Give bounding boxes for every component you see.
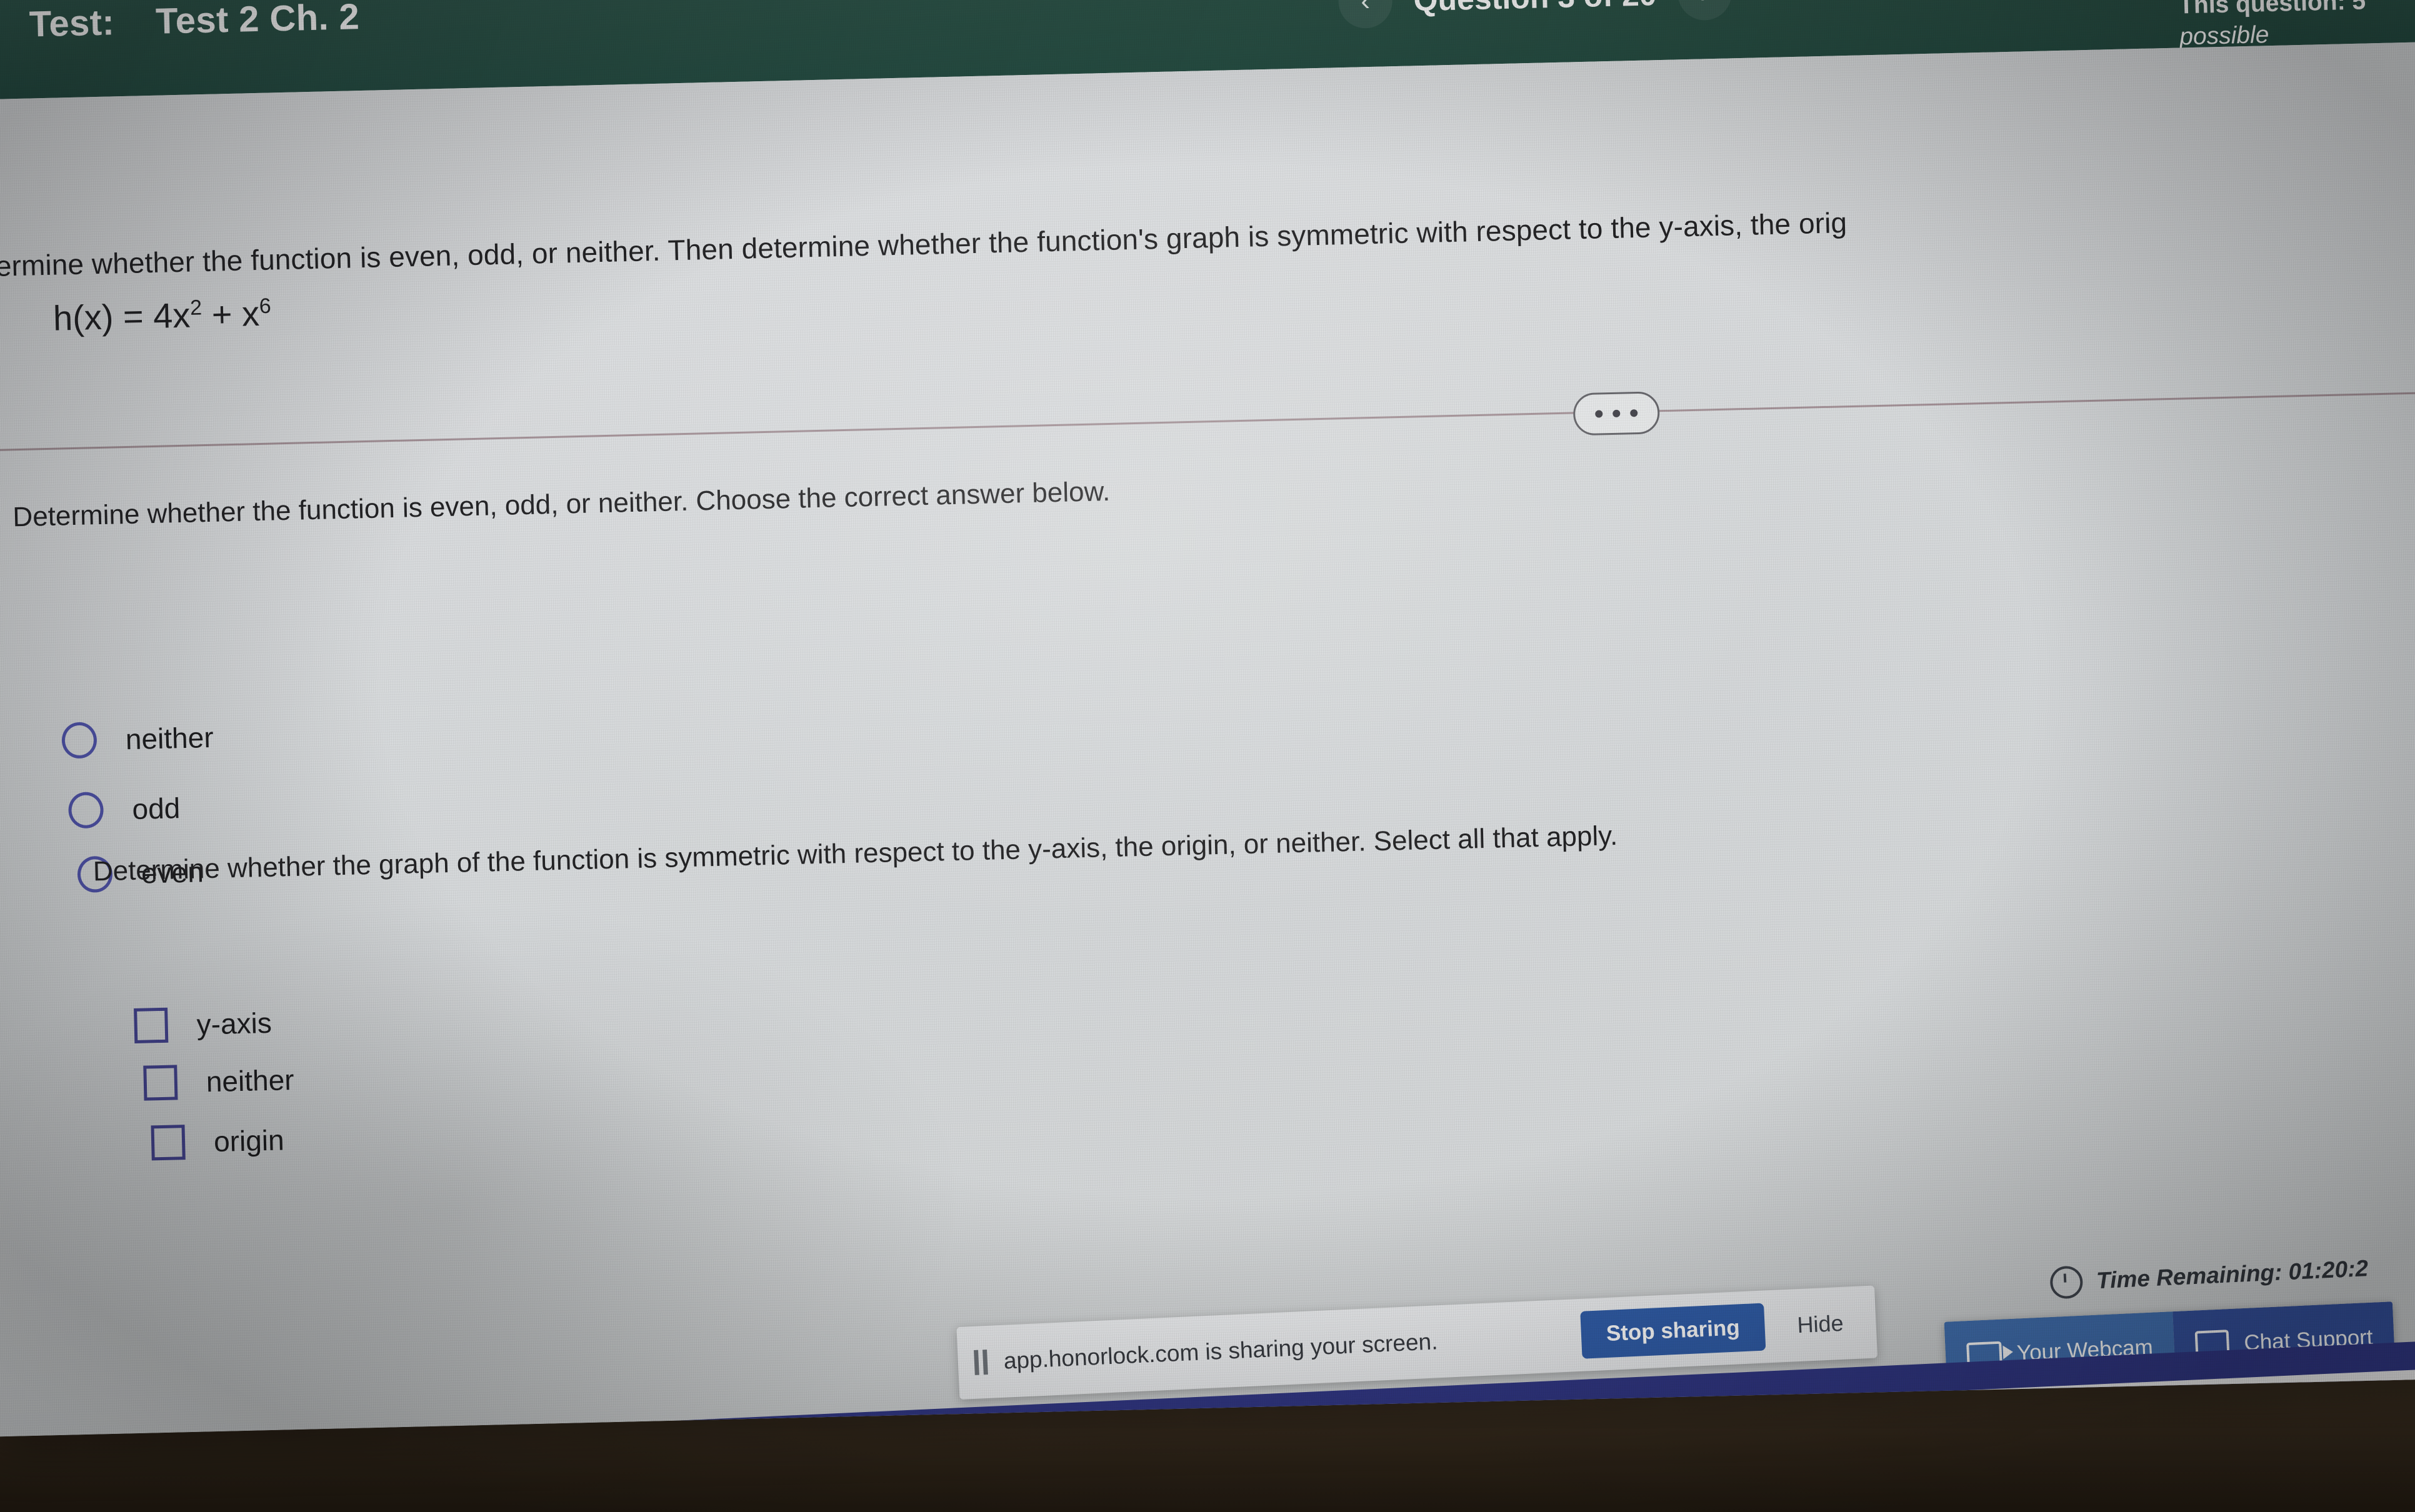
pause-icon[interactable] xyxy=(974,1350,988,1375)
checkbox-option-y-axis[interactable]: y-axis xyxy=(134,1005,272,1043)
question-prompt: Determine whether the function is even, … xyxy=(0,190,2415,284)
part2-instruction: Determine whether the graph of the funct… xyxy=(92,820,1618,887)
radio-icon[interactable] xyxy=(61,722,98,759)
formula-operator: + x xyxy=(201,293,260,335)
checkbox-option-label: origin xyxy=(213,1123,285,1158)
question-counter: Question 3 of 20 xyxy=(1413,0,1657,18)
checkbox-icon[interactable] xyxy=(143,1065,178,1101)
section-divider xyxy=(0,389,2415,452)
checkbox-option-neither[interactable]: neither xyxy=(143,1062,294,1101)
test-name: Test 2 Ch. 2 xyxy=(155,0,360,42)
stop-sharing-button[interactable]: Stop sharing xyxy=(1580,1303,1766,1359)
question-points-label: This question: 5 xyxy=(2178,0,2366,19)
part1-instruction: Determine whether the function is even, … xyxy=(12,475,1111,533)
question-prompt-text: Determine whether the function is even, … xyxy=(0,206,1848,284)
monitor-photo: Test: Test 2 Ch. 2 ‹ Question 3 of 20 › … xyxy=(0,0,2415,1512)
hide-button[interactable]: Hide xyxy=(1781,1310,1861,1340)
checkbox-option-label: y-axis xyxy=(196,1006,272,1041)
radio-option-odd[interactable]: odd xyxy=(68,790,181,829)
formula-base: h(x) = 4x xyxy=(52,295,191,338)
chevron-left-icon[interactable]: ‹ xyxy=(1338,0,1393,29)
radio-icon[interactable] xyxy=(68,792,104,829)
checkbox-icon[interactable] xyxy=(134,1007,169,1043)
question-body: Determine whether the function is even, … xyxy=(0,41,2415,1437)
question-navigation: ‹ Question 3 of 20 › xyxy=(1338,0,1732,29)
function-formula: h(x) = 4x2 + x6 xyxy=(52,293,272,339)
radio-option-neither[interactable]: neither xyxy=(61,719,214,759)
chevron-right-icon[interactable]: › xyxy=(1677,0,1732,21)
ellipsis-icon[interactable] xyxy=(1572,391,1661,436)
clock-icon xyxy=(2049,1265,2084,1300)
time-remaining: Time Remaining: 01:20:2 xyxy=(2049,1252,2369,1300)
formula-exponent-2: 6 xyxy=(259,294,272,319)
formula-exponent-1: 2 xyxy=(189,296,202,320)
time-remaining-text: Time Remaining: 01:20:2 xyxy=(2096,1255,2369,1294)
checkbox-icon[interactable] xyxy=(151,1125,186,1161)
monitor-screen: Test: Test 2 Ch. 2 ‹ Question 3 of 20 › … xyxy=(0,0,2415,1437)
page-title: Test: Test 2 Ch. 2 xyxy=(29,0,360,45)
screen-share-message: app.honorlock.com is sharing your screen… xyxy=(1002,1328,1439,1374)
checkbox-option-label: neither xyxy=(206,1063,295,1098)
radio-option-label: odd xyxy=(131,792,181,825)
checkbox-option-origin[interactable]: origin xyxy=(151,1122,285,1161)
test-label: Test: xyxy=(29,2,115,45)
radio-option-label: neither xyxy=(125,720,214,756)
